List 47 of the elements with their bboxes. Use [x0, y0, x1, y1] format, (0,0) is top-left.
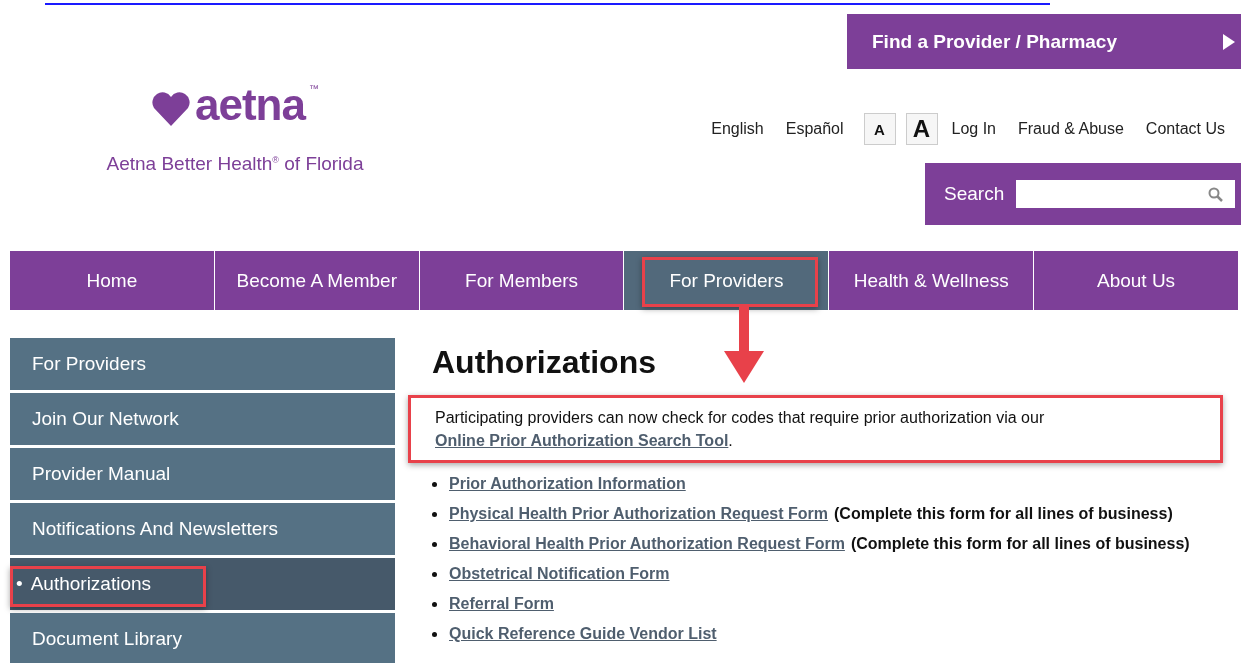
sidebar-label: For Providers [32, 353, 147, 375]
sidebar-label: Document Library [32, 628, 182, 650]
sidebar-item[interactable]: For Providers [10, 338, 395, 390]
bullet: • [16, 573, 23, 595]
document-link[interactable]: Quick Reference Guide Vendor List [449, 625, 717, 643]
header-link[interactable]: Fraud & Abuse [1018, 120, 1124, 138]
sidebar-item[interactable]: Notifications And Newsletters [10, 503, 395, 555]
logo-tagline: Aetna Better Health$^{®}$ of Florida [106, 153, 364, 175]
trademark: ™ [308, 83, 319, 94]
search-icon [1208, 186, 1223, 202]
link-note: (Complete this form for all lines of business) [834, 505, 1173, 523]
search-field[interactable] [1016, 180, 1235, 208]
document-link[interactable]: Physical Health Prior Authorization Request Form [449, 505, 829, 523]
sidebar-item[interactable]: Join Our Network [10, 393, 395, 445]
search-tool-link[interactable]: Online Prior Authorization Search Tool [435, 432, 729, 449]
heart-icon [151, 91, 191, 127]
find-provider-button[interactable]: Find a Provider / Pharmacy [847, 14, 1241, 69]
sidebar-label: Join Our Network [32, 408, 179, 430]
text-size-small-button[interactable]: A [863, 113, 896, 145]
document-link[interactable]: Behavioral Health Prior Authorization Request Form [449, 535, 845, 553]
document-link[interactable]: Obstetrical Notification Form [449, 565, 670, 583]
bullet-icon [432, 541, 437, 547]
sidebar-item[interactable]: • Authorizations [10, 558, 395, 610]
bullet-icon [432, 481, 437, 487]
document-link[interactable]: Prior Authorization Information [449, 475, 686, 493]
header-link[interactable]: Log In [951, 120, 996, 138]
page-title: Authorizations [432, 344, 657, 381]
sidebar-label: Authorizations [30, 573, 152, 595]
bullet-icon [432, 631, 437, 637]
search-label: Search [944, 183, 1005, 205]
sidebar-label: Notifications And Newsletters [32, 518, 279, 540]
link-note: (Complete this form for all lines of business) [850, 535, 1190, 553]
triangle-right-icon [1223, 33, 1235, 50]
bullet-icon [432, 601, 437, 607]
document-link[interactable]: Referral Form [449, 595, 554, 613]
logo-wordmark: aetna [195, 83, 305, 127]
bullet-icon [432, 511, 437, 517]
sidebar-item[interactable]: Provider Manual [10, 448, 395, 500]
bullet-icon [432, 571, 437, 577]
intro-paragraph: Participating providers can now check for codes that require prior authorization via our Online Prior Authorization Search Tool. [435, 408, 1046, 451]
header-link[interactable]: English [711, 120, 764, 138]
text-size-large-button[interactable]: A [905, 113, 938, 145]
header-link[interactable]: Contact Us [1145, 120, 1225, 138]
header-link[interactable]: Español [785, 120, 844, 138]
sidebar-item[interactable]: Document Library [10, 613, 395, 663]
sidebar-label: Provider Manual [32, 463, 171, 485]
nav-tab[interactable]: For Providers [623, 251, 829, 310]
